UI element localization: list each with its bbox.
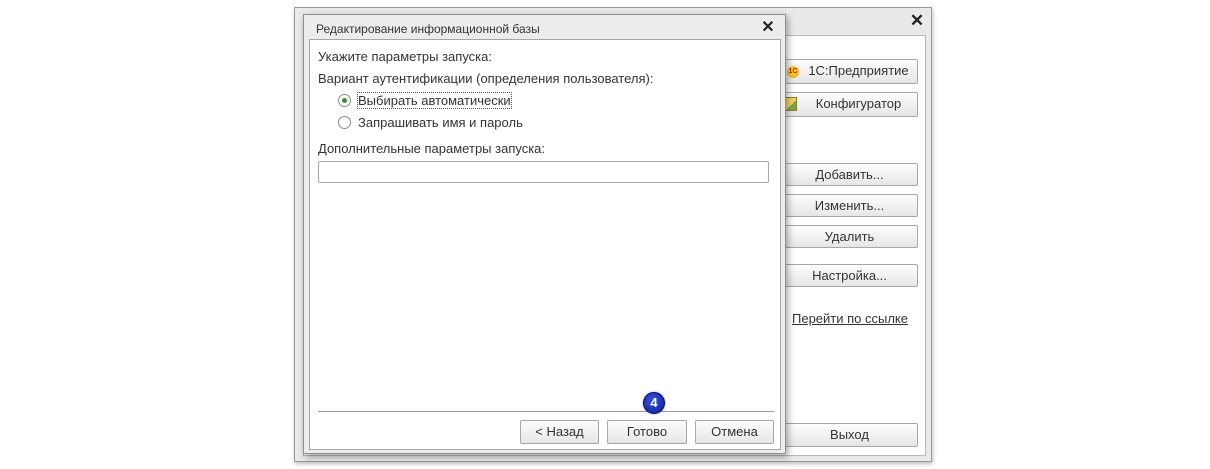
launcher-close-icon[interactable]: ✕ (907, 11, 927, 31)
back-button[interactable]: < Назад (520, 420, 599, 444)
1c-enterprise-icon: 1C (787, 66, 799, 78)
settings-button[interactable]: Настройка... (781, 264, 918, 287)
open-link[interactable]: Перейти по ссылке (792, 311, 908, 326)
radio-auto-select[interactable] (338, 94, 351, 107)
launch-params-heading: Укажите параметры запуска: (318, 49, 492, 64)
delete-button[interactable]: Удалить (781, 225, 918, 248)
dialog-title: Редактирование информационной базы (316, 22, 540, 36)
finish-button[interactable]: Готово (607, 420, 687, 444)
configurator-button[interactable]: Конфигуратор (781, 92, 918, 117)
step-number-badge: 4 (643, 392, 665, 414)
extra-params-input[interactable] (318, 161, 769, 183)
footer-divider (318, 411, 774, 412)
exit-button[interactable]: Выход (781, 423, 918, 447)
configurator-button-label: Конфигуратор (815, 96, 902, 111)
auth-variant-label: Вариант аутентификации (определения поль… (318, 71, 654, 86)
radio-auto-select-label[interactable]: Выбирать автоматически (357, 92, 512, 109)
enterprise-button-label: 1С:Предприятие (808, 63, 909, 78)
dialog-close-icon[interactable]: ✕ (758, 18, 778, 38)
extra-params-label: Дополнительные параметры запуска: (318, 141, 546, 156)
enterprise-button[interactable]: 1C 1С:Предприятие (781, 59, 918, 84)
configurator-icon (785, 97, 797, 111)
radio-ask-credentials[interactable] (338, 116, 351, 129)
add-button[interactable]: Добавить... (781, 163, 918, 186)
cancel-button[interactable]: Отмена (695, 420, 774, 444)
edit-button[interactable]: Изменить... (781, 194, 918, 217)
radio-ask-credentials-label[interactable]: Запрашивать имя и пароль (358, 115, 523, 130)
